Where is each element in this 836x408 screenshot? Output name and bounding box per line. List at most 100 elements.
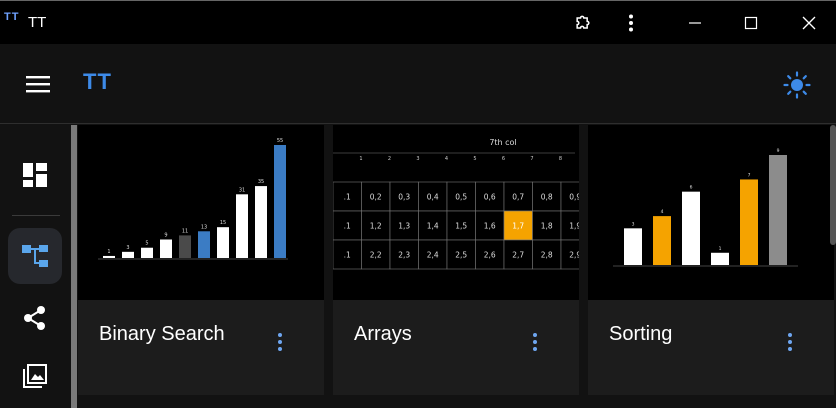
bar-label: 35 bbox=[258, 179, 264, 185]
more-vert-icon[interactable] bbox=[780, 328, 800, 356]
cell-value: 2,2 bbox=[370, 251, 382, 260]
nav-rail bbox=[0, 125, 70, 408]
bar bbox=[255, 186, 267, 258]
bar-label: 55 bbox=[277, 138, 283, 144]
sorting-preview: 3 4 6 1 7 9 bbox=[588, 125, 834, 300]
cell-value: 1,4 bbox=[427, 222, 439, 231]
cell-value: 1,8 bbox=[541, 222, 553, 231]
card-arrays[interactable]: 7th col123456789.10,20,30,40,50,60,70,80… bbox=[333, 125, 579, 395]
app-logo: TT bbox=[4, 11, 20, 23]
cell-value: 0,2 bbox=[370, 193, 382, 202]
column-tick: 7 bbox=[530, 156, 533, 162]
main-content: 1 3 5 9 11 13 15 31 35 55 Binary Search 7th col 1 2… bbox=[78, 125, 836, 408]
cell-value: .1 bbox=[344, 251, 351, 260]
bar bbox=[274, 145, 286, 258]
cell-value: 0,5 bbox=[455, 193, 467, 202]
rail-divider bbox=[12, 215, 60, 216]
more-vert-icon[interactable] bbox=[270, 328, 290, 356]
bar bbox=[682, 191, 700, 265]
window-title: TT bbox=[28, 14, 47, 31]
cell-value: .1 bbox=[344, 222, 351, 231]
cell-value: 1,7 bbox=[512, 222, 524, 231]
bar bbox=[624, 228, 642, 265]
bar-label: 1 bbox=[107, 249, 110, 255]
gallery-icon[interactable] bbox=[8, 348, 62, 404]
cell-value: 2,6 bbox=[484, 251, 496, 260]
cell-value: 1,2 bbox=[370, 222, 382, 231]
bar-label: 31 bbox=[239, 187, 245, 193]
cell-value: 0,3 bbox=[398, 193, 410, 202]
bar-label: 7 bbox=[748, 172, 751, 178]
rail-scrollbar[interactable] bbox=[71, 125, 77, 408]
bar-label: 4 bbox=[661, 209, 664, 215]
card-sorting[interactable]: 3 4 6 1 7 9 Sorting bbox=[588, 125, 834, 395]
cell-value: 0,9 bbox=[569, 193, 579, 202]
tree-icon[interactable] bbox=[8, 228, 62, 284]
cell-value: 0,4 bbox=[427, 193, 439, 202]
close-icon[interactable] bbox=[792, 7, 826, 39]
bar bbox=[711, 252, 729, 265]
dashboard-icon[interactable] bbox=[8, 147, 62, 203]
app-header: TT bbox=[0, 44, 836, 124]
theme-sun-icon[interactable] bbox=[780, 68, 814, 102]
brand-title: TT bbox=[83, 69, 112, 94]
column-tick: 4 bbox=[445, 156, 448, 162]
content-scrollbar[interactable] bbox=[830, 125, 836, 245]
bar-label: 9 bbox=[777, 148, 780, 154]
cell-value: 1,3 bbox=[398, 222, 410, 231]
cell-value: 0,8 bbox=[541, 193, 553, 202]
bar bbox=[236, 194, 248, 258]
maximize-icon[interactable] bbox=[734, 7, 768, 39]
bar-label: 3 bbox=[126, 245, 129, 251]
window-titlebar: TT TT bbox=[0, 0, 836, 44]
bar-label: 5 bbox=[145, 241, 148, 247]
table-heading: 7th col bbox=[489, 138, 516, 147]
bar bbox=[653, 216, 671, 265]
bar-label: 9 bbox=[164, 233, 167, 239]
card-binary-search[interactable]: 1 3 5 9 11 13 15 31 35 55 Binary Search bbox=[78, 125, 324, 395]
bar bbox=[769, 155, 787, 265]
cell-value: .1 bbox=[344, 193, 351, 202]
cell-value: 2,5 bbox=[455, 251, 467, 260]
bar-label: 13 bbox=[201, 224, 207, 230]
minimize-icon[interactable] bbox=[678, 7, 712, 39]
column-tick: 8 bbox=[559, 156, 562, 162]
cell-value: 1,5 bbox=[455, 222, 467, 231]
column-tick: 3 bbox=[416, 156, 419, 162]
bar bbox=[160, 239, 172, 258]
bar bbox=[198, 231, 210, 258]
more-vert-icon[interactable] bbox=[614, 7, 648, 39]
card-title: Binary Search bbox=[99, 323, 225, 345]
bar bbox=[122, 251, 134, 258]
column-tick: 5 bbox=[473, 156, 476, 162]
bar-label: 6 bbox=[690, 185, 693, 191]
cell-value: 1,9 bbox=[569, 222, 579, 231]
bar-label: 3 bbox=[632, 221, 635, 227]
column-tick: 2 bbox=[388, 156, 391, 162]
arrays-preview: 7th col123456789.10,20,30,40,50,60,70,80… bbox=[333, 125, 579, 300]
extension-icon[interactable] bbox=[566, 7, 600, 39]
cell-value: 2,3 bbox=[398, 251, 410, 260]
column-tick: 6 bbox=[502, 156, 505, 162]
bar bbox=[141, 247, 153, 258]
cell-value: 0,6 bbox=[484, 193, 496, 202]
bar bbox=[103, 255, 115, 258]
bar-label: 15 bbox=[220, 220, 226, 226]
cell-value: 2,4 bbox=[427, 251, 439, 260]
share-graph-icon[interactable] bbox=[8, 290, 62, 346]
bar-label: 1 bbox=[719, 246, 722, 252]
bar bbox=[217, 227, 229, 258]
binary-search-preview: 1359111315313555 bbox=[78, 125, 324, 300]
menu-icon[interactable] bbox=[20, 66, 56, 102]
bar-label: 11 bbox=[182, 228, 188, 234]
more-vert-icon[interactable] bbox=[525, 328, 545, 356]
cell-value: 2,9 bbox=[569, 251, 579, 260]
cell-value: 2,8 bbox=[541, 251, 553, 260]
card-title: Arrays bbox=[354, 323, 412, 345]
column-tick: 1 bbox=[359, 156, 362, 162]
cell-value: 2,7 bbox=[512, 251, 524, 260]
bar bbox=[740, 179, 758, 265]
cell-value: 0,7 bbox=[512, 193, 524, 202]
card-title: Sorting bbox=[609, 323, 673, 345]
bar bbox=[179, 235, 191, 258]
